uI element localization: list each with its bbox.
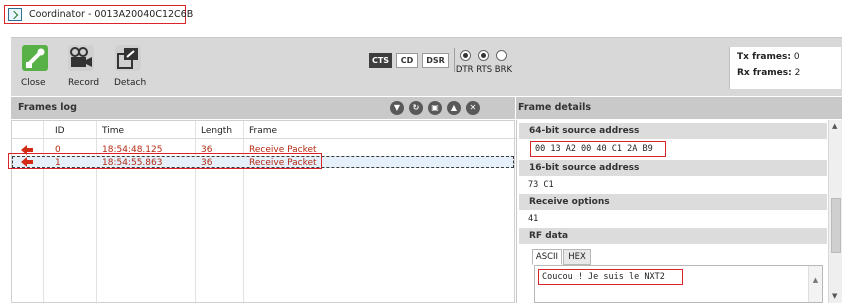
record-button-label[interactable]: Record: [68, 78, 99, 88]
clear-icon[interactable]: ✕: [466, 101, 480, 115]
brk-toggle[interactable]: [496, 50, 507, 61]
tab-hex[interactable]: HEX: [563, 249, 591, 265]
receive-options-label: Receive options: [519, 194, 827, 210]
close-button-label[interactable]: Close: [21, 78, 46, 88]
filter-icon[interactable]: ▼: [390, 101, 404, 115]
frames-table: ID Time Length Frame 0 18:54:48.125 36 R…: [11, 120, 516, 304]
addr16-label: 16-bit source address: [519, 160, 827, 176]
frame-counters: Tx frames: 0 Rx frames: 2: [729, 47, 841, 89]
line-toggles-label: DTR RTS BRK: [455, 65, 513, 75]
column-header-time[interactable]: Time: [102, 126, 124, 136]
save-icon[interactable]: ▣: [428, 101, 442, 115]
rf-data-text: Coucou ! Je suis le NXT2: [538, 269, 683, 285]
dtr-toggle[interactable]: [460, 50, 471, 61]
toolbar: Close Record Detach CTS CD DSR DTR RTS B…: [11, 37, 842, 96]
rts-toggle[interactable]: [478, 50, 489, 61]
tab-ascii[interactable]: ASCII: [532, 249, 562, 265]
record-icon[interactable]: [68, 45, 94, 71]
scroll-up-icon[interactable]: ▲: [832, 122, 837, 130]
close-connection-icon[interactable]: [22, 45, 48, 71]
receive-options-value: 41: [528, 214, 539, 224]
scroll-thumb[interactable]: [831, 198, 841, 253]
window-title: Coordinator - 0013A20040C12C6B: [29, 9, 194, 20]
rf-scrollbar[interactable]: ▲: [808, 266, 822, 302]
scroll-down-icon[interactable]: ▼: [832, 292, 837, 300]
header-divider: [12, 138, 516, 139]
rf-data-label: RF data: [519, 228, 827, 244]
rx-frames-value: 2: [794, 68, 801, 78]
frame-details-panel: 64-bit source address 00 13 A2 00 40 C1 …: [516, 120, 842, 303]
frames-log-header: Frames log ▼ ↻ ▣ ▲ ✕: [11, 97, 515, 119]
column-header-length[interactable]: Length: [201, 126, 232, 136]
cd-indicator: CD: [396, 53, 418, 68]
rf-data-textarea[interactable]: Coucou ! Je suis le NXT2 ▲: [534, 265, 823, 303]
tx-frames-label: Tx frames:: [737, 52, 791, 62]
detach-button-label[interactable]: Detach: [114, 78, 146, 88]
column-header-frame[interactable]: Frame: [249, 126, 277, 136]
cts-indicator: CTS: [369, 53, 392, 68]
dsr-indicator: DSR: [422, 53, 449, 68]
console-icon: [8, 8, 22, 21]
frame-details-header: Frame details: [516, 97, 842, 119]
detach-icon[interactable]: [115, 45, 141, 71]
addr16-value: 73 C1: [528, 180, 554, 190]
refresh-icon[interactable]: ↻: [409, 101, 423, 115]
rx-frames-label: Rx frames:: [737, 68, 792, 78]
addr64-label: 64-bit source address: [519, 123, 827, 139]
frame-details-title: Frame details: [518, 102, 591, 113]
addr64-value: 00 13 A2 00 40 C1 2A B9: [535, 144, 653, 154]
selected-row-highlight: [8, 153, 322, 169]
details-scrollbar[interactable]: ▲ ▼: [828, 120, 842, 303]
lock-icon[interactable]: ▲: [447, 101, 461, 115]
tx-frames-value: 0: [793, 52, 800, 62]
frames-log-title: Frames log: [18, 102, 77, 113]
window-title-bar: Coordinator - 0013A20040C12C6B: [4, 5, 193, 24]
column-header-id[interactable]: ID: [55, 126, 65, 136]
